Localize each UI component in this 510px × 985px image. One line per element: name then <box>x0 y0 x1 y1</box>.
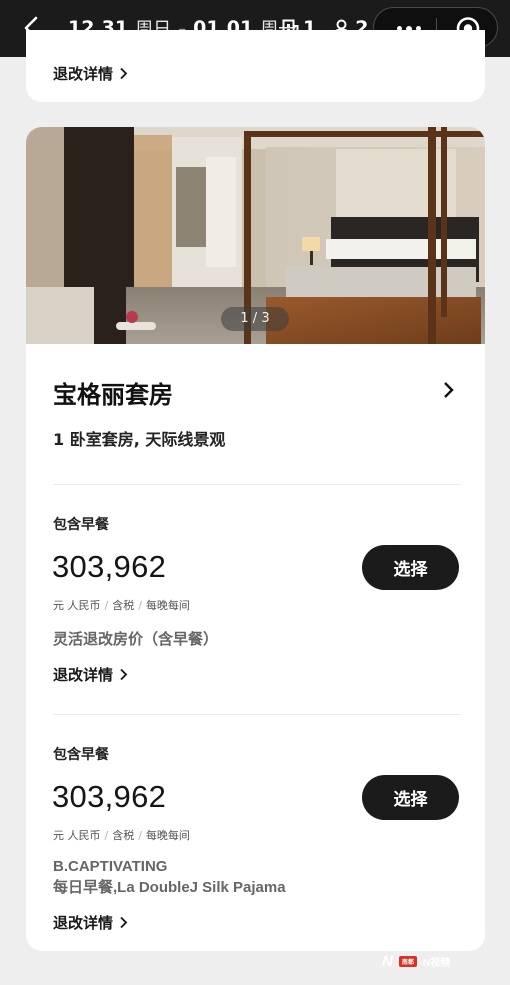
refund-details-link[interactable]: 退改详情 <box>53 664 128 685</box>
price-meta: 元 人民币 / 含税 / 每晚每间 <box>53 597 190 613</box>
image-counter: 1 / 3 <box>221 307 289 331</box>
rate-policy: 灵活退改房价（含早餐） <box>53 630 219 648</box>
package-name: B.CAPTIVATING <box>53 858 168 875</box>
watermark: N 南都 N视频 <box>382 951 450 971</box>
rate-price: 303,962 <box>52 549 167 584</box>
meta-separator: / <box>104 598 109 612</box>
previous-room-card: 退改详情 <box>26 30 485 102</box>
currency-label: 元 人民币 <box>53 829 101 842</box>
package-description: 每日早餐,La DoubleJ Silk Pajama <box>53 879 286 896</box>
chevron-right-icon <box>444 382 454 398</box>
refund-details-link[interactable]: 退改详情 <box>53 912 128 933</box>
refund-details-label: 退改详情 <box>53 65 114 83</box>
refund-details-label: 退改详情 <box>53 914 114 932</box>
watermark-badge: 南都 <box>398 955 417 967</box>
room-card: 1 / 3 宝格丽套房 1 卧室套房, 天际线景观 包含早餐 303,962 元… <box>26 127 485 951</box>
select-button[interactable]: 选择 <box>362 775 459 820</box>
divider <box>53 484 461 485</box>
chevron-right-icon <box>120 668 128 681</box>
per-night-label: 每晚每间 <box>145 599 190 612</box>
select-button[interactable]: 选择 <box>362 545 459 590</box>
rate-label: 包含早餐 <box>53 517 109 533</box>
meta-separator: / <box>104 828 109 842</box>
divider <box>53 714 461 715</box>
watermark-logo: N <box>382 952 393 970</box>
room-photo[interactable]: 1 / 3 <box>26 127 485 344</box>
price-meta: 元 人民币 / 含税 / 每晚每间 <box>53 827 190 843</box>
rate-label: 包含早餐 <box>53 747 109 763</box>
per-night-label: 每晚每间 <box>145 829 190 842</box>
refund-details-label: 退改详情 <box>53 666 114 684</box>
currency-label: 元 人民币 <box>53 599 101 612</box>
refund-details-link[interactable]: 退改详情 <box>53 63 128 84</box>
meta-separator: / <box>138 598 142 612</box>
rate-price: 303,962 <box>52 779 167 814</box>
meta-separator: / <box>138 828 142 842</box>
room-details-arrow[interactable] <box>440 379 458 401</box>
room-subtitle: 1 卧室套房, 天际线景观 <box>53 430 226 449</box>
room-title[interactable]: 宝格丽套房 <box>53 375 173 410</box>
chevron-right-icon <box>120 67 128 80</box>
chevron-right-icon <box>120 916 128 929</box>
tax-label: 含税 <box>112 599 135 612</box>
watermark-text: N视频 <box>422 957 451 969</box>
tax-label: 含税 <box>112 829 135 842</box>
